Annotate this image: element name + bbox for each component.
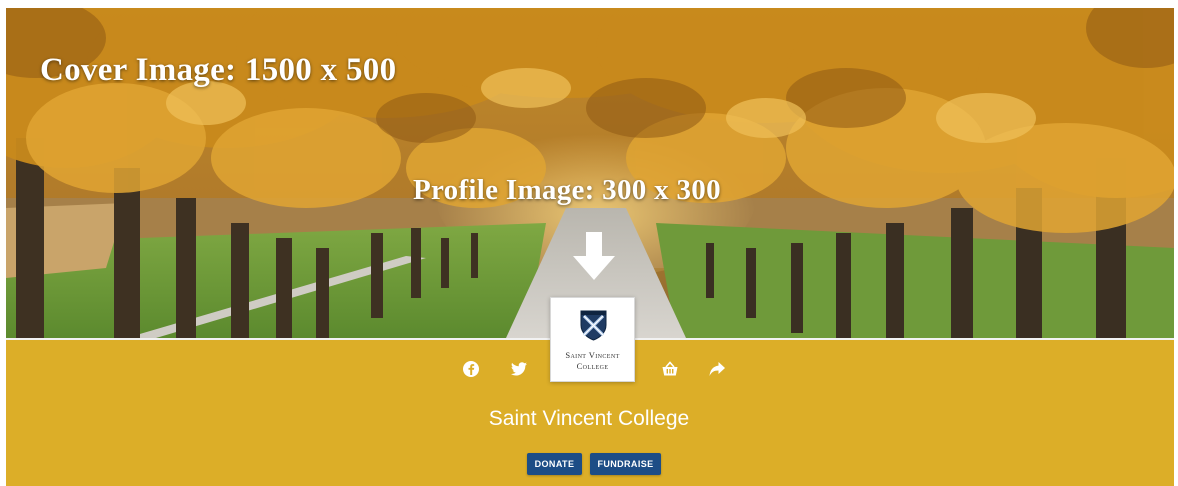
profile-image-caption: Profile Image: 300 x 300 (413, 174, 721, 206)
fundraise-button[interactable]: FUNDRAISE (590, 453, 661, 475)
facebook-icon[interactable] (462, 360, 480, 378)
logo-wordmark-line2: College (576, 361, 609, 371)
shield-crest-icon (580, 310, 607, 341)
basket-icon[interactable] (661, 360, 679, 378)
logo-wordmark: Saint Vincent College (551, 350, 634, 372)
cover-image: Cover Image: 1500 x 500 Profile Image: 3… (6, 8, 1174, 338)
organization-name: Saint Vincent College (488, 407, 690, 430)
profile-image: Saint Vincent College (550, 297, 635, 382)
twitter-icon[interactable] (510, 360, 528, 378)
donate-button[interactable]: DONATE (527, 453, 582, 475)
down-arrow-icon (573, 232, 615, 280)
logo-wordmark-line1: Saint Vincent (565, 350, 620, 360)
fundraising-page: Cover Image: 1500 x 500 Profile Image: 3… (0, 0, 1178, 486)
cover-image-caption: Cover Image: 1500 x 500 (40, 52, 397, 88)
share-icon[interactable] (708, 360, 726, 378)
